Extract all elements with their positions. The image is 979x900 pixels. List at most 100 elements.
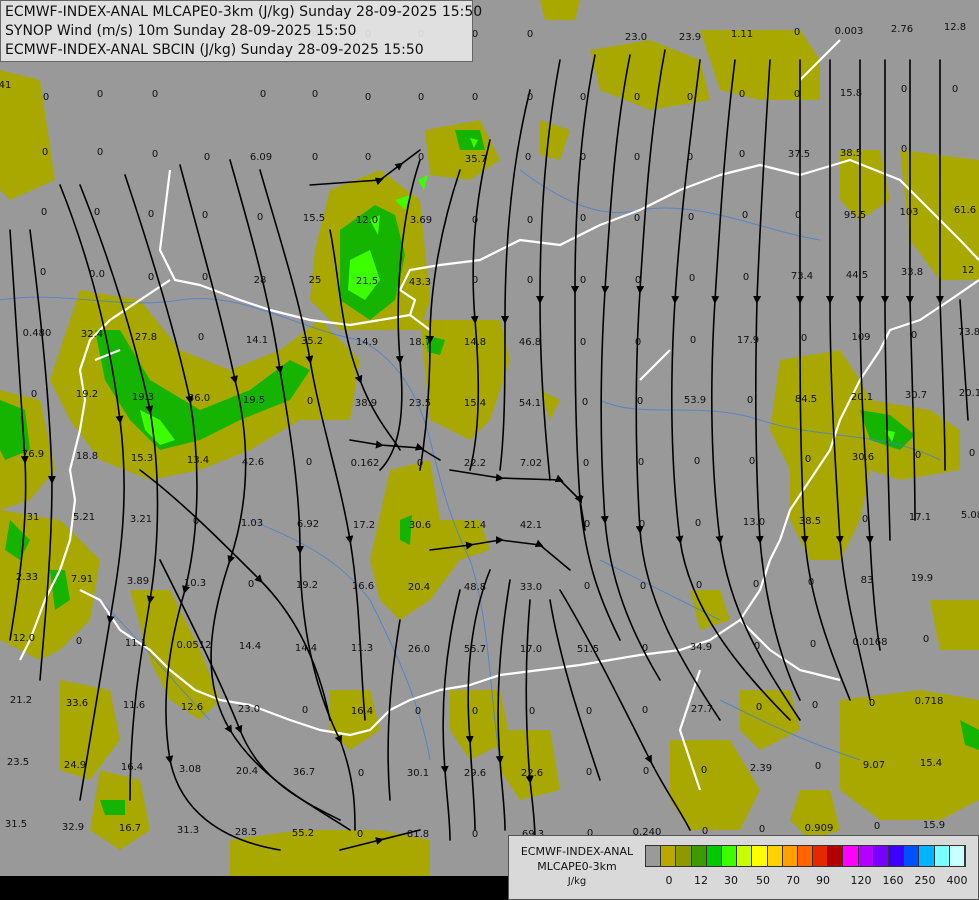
cape-value-label: 0.162: [351, 458, 380, 469]
cape-value-label: 0: [312, 152, 318, 163]
cape-value-label: 0: [365, 152, 371, 163]
cape-value-label: 0: [688, 212, 694, 223]
cape-value-label: 23.9: [679, 32, 701, 43]
cape-value-label: 0: [43, 92, 49, 103]
cape-value-label: 35.7: [465, 154, 487, 165]
cape-value-label: 0: [915, 450, 921, 461]
cape-value-label: 25: [309, 275, 322, 286]
cape-value-label: 15.9: [923, 820, 945, 831]
cape-value-label: 0: [148, 209, 154, 220]
cape-value-label: 18.8: [76, 451, 98, 462]
legend-swatch: [661, 846, 677, 866]
legend-swatch: [858, 846, 874, 866]
cape-value-label: 13.4: [187, 455, 209, 466]
legend-swatch: [828, 846, 844, 866]
legend-swatch: [767, 846, 783, 866]
cape-value-label: 0: [874, 821, 880, 832]
cape-value-label: 0: [415, 706, 421, 717]
cape-value-label: 0: [901, 84, 907, 95]
cape-value-label: 0: [756, 702, 762, 713]
cape-value-label: 95.5: [844, 210, 866, 221]
cape-value-label: 0.718: [915, 696, 944, 707]
cape-value-label: 19.5: [243, 395, 265, 406]
cape-value-label: 17.1: [909, 512, 931, 523]
cape-value-label: 0: [810, 639, 816, 650]
legend-swatch: [646, 846, 662, 866]
cape-value-label: 3.69: [410, 215, 432, 226]
cape-value-label: 0: [635, 337, 641, 348]
legend-color-scale: [645, 845, 966, 867]
cape-value-label: 0.0: [89, 269, 105, 280]
cape-value-label: 61.6: [954, 205, 976, 216]
legend-swatch: [934, 846, 950, 866]
cape-value-label: 0: [695, 518, 701, 529]
cape-value-label: 29.6: [464, 768, 486, 779]
cape-value-label: 0: [643, 766, 649, 777]
cape-value-label: 0: [527, 92, 533, 103]
cape-value-label: 0: [586, 767, 592, 778]
cape-value-label: 0.003: [835, 26, 864, 37]
cape-value-label: 0: [812, 700, 818, 711]
cape-value-label: 0: [580, 213, 586, 224]
cape-value-label: 0: [204, 152, 210, 163]
cape-value-label: 0: [365, 92, 371, 103]
cape-value-label: 21.5: [356, 276, 378, 287]
cape-value-label: 0: [76, 636, 82, 647]
cape-value-label: 0: [248, 579, 254, 590]
cape-value-label: 15.4: [920, 758, 942, 769]
cape-value-label: 12.0: [356, 215, 378, 226]
cape-value-label: 76.9: [22, 449, 44, 460]
cape-value-label: 44.5: [846, 270, 868, 281]
cape-value-label: 0: [642, 705, 648, 716]
cape-value-label: 1.03: [241, 518, 263, 529]
cape-value-label: 0: [911, 330, 917, 341]
cape-value-label: 0: [97, 89, 103, 100]
cape-value-label: 0: [635, 275, 641, 286]
cape-value-label: 0: [357, 829, 363, 840]
cape-value-label: 0: [583, 458, 589, 469]
cape-value-label: 0: [690, 335, 696, 346]
cape-value-label: 73.8: [958, 327, 979, 338]
cape-value-label: 0: [794, 89, 800, 100]
cape-value-label: 20.1: [851, 392, 873, 403]
cape-value-label: 0: [582, 397, 588, 408]
cape-value-label: 14.4: [239, 641, 261, 652]
legend-swatch: [904, 846, 920, 866]
cape-value-label: 30.7: [905, 390, 927, 401]
cape-value-label: 0.480: [23, 328, 52, 339]
cape-value-label: 0: [257, 212, 263, 223]
cape-value-label: 0: [152, 149, 158, 160]
cape-value-label: 103: [899, 207, 918, 218]
cape-value-label: 23.5: [7, 757, 29, 768]
cape-value-label: 27.8: [135, 332, 157, 343]
cape-value-label: 0: [580, 92, 586, 103]
cape-value-label: 0: [808, 577, 814, 588]
cape-value-label: 53.9: [684, 395, 706, 406]
legend-tick: 0: [665, 874, 673, 887]
cape-value-label: 23.0: [238, 704, 260, 715]
legend-swatch: [889, 846, 905, 866]
cape-value-label: 9.07: [863, 760, 885, 771]
cape-value-label: 0: [642, 643, 648, 654]
cape-value-label: 0: [527, 29, 533, 40]
cape-value-label: 0: [472, 706, 478, 717]
cape-value-label: 0: [152, 89, 158, 100]
cape-value-label: 3.89: [127, 576, 149, 587]
cape-value-label: 32.4: [81, 329, 103, 340]
cape-value-label: 55.2: [292, 828, 314, 839]
cape-value-label: 0: [529, 706, 535, 717]
cape-value-label: 0: [527, 215, 533, 226]
cape-value-label: 10.3: [184, 578, 206, 589]
cape-value-label: 0: [418, 152, 424, 163]
cape-value-label: 0: [640, 581, 646, 592]
cape-value-label: 0: [696, 580, 702, 591]
cape-value-label: 15.4: [464, 398, 486, 409]
cape-value-label: 27.7: [691, 704, 713, 715]
cape-value-label: 0: [312, 89, 318, 100]
cape-value-label: 0: [260, 89, 266, 100]
cape-value-label: 0: [525, 152, 531, 163]
cape-value-label: 0.0512: [177, 640, 212, 651]
cape-value-label: 24.9: [64, 760, 86, 771]
legend-unit: J/kg: [567, 876, 587, 887]
cape-value-label: 19.2: [76, 389, 98, 400]
